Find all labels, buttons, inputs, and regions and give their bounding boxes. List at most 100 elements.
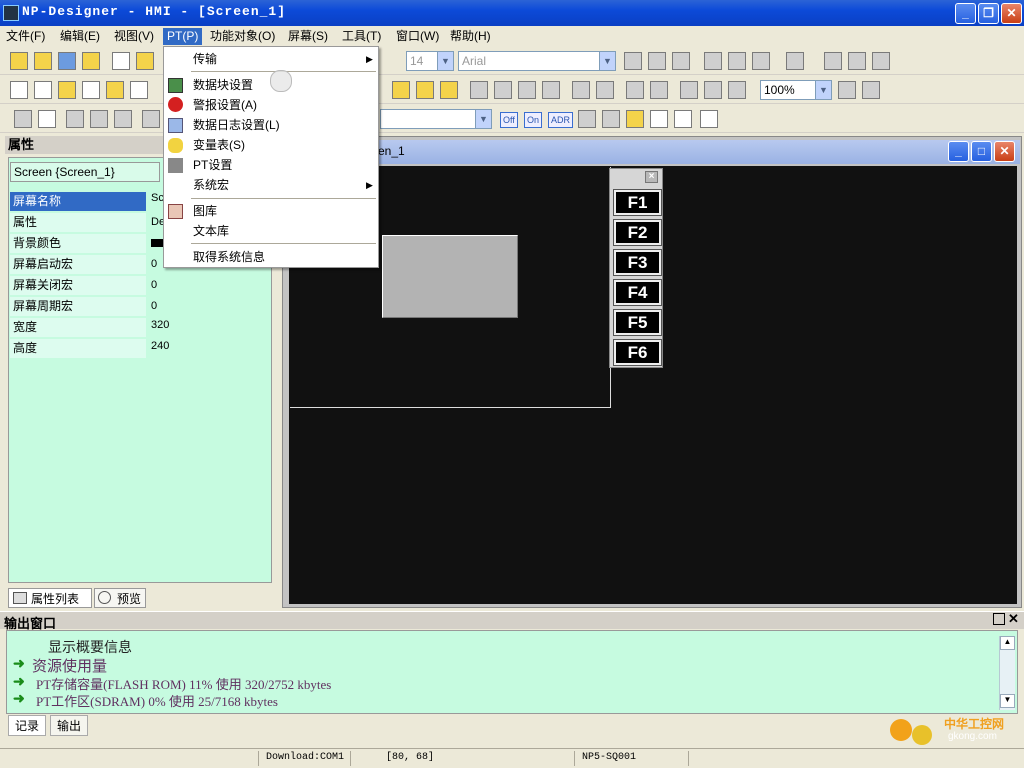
close-button[interactable]: ✕ <box>1001 3 1022 24</box>
prop-open-macro[interactable]: 屏幕启动宏 <box>10 255 146 274</box>
align-objects-right-icon[interactable] <box>494 81 512 99</box>
rectangle-icon[interactable] <box>10 81 28 99</box>
font-name-select[interactable]: Arial ▼ <box>458 51 616 71</box>
fit-icon[interactable] <box>114 110 132 128</box>
output-scrollbar[interactable]: ▲ ▼ <box>999 636 1015 710</box>
open-folder-icon[interactable] <box>34 52 52 70</box>
rectangle-object[interactable] <box>382 235 518 318</box>
resize-icon[interactable] <box>66 110 84 128</box>
same-height-icon[interactable] <box>704 81 722 99</box>
circle-icon[interactable] <box>106 81 124 99</box>
bar-icon[interactable] <box>58 81 76 99</box>
user-icon[interactable] <box>38 110 56 128</box>
chevron-down-icon[interactable]: ▼ <box>815 81 831 99</box>
prop-height-value[interactable]: 240 <box>150 337 260 356</box>
chevron-down-icon[interactable]: ▼ <box>475 110 491 128</box>
polyline-icon[interactable] <box>82 81 100 99</box>
page-next-icon[interactable] <box>602 110 620 128</box>
prop-width[interactable]: 宽度 <box>10 318 146 337</box>
fkey-f4[interactable]: F4 <box>613 279 662 306</box>
align-objects-left-icon[interactable] <box>470 81 488 99</box>
fkey-f3[interactable]: F3 <box>613 249 662 276</box>
envelope-icon[interactable] <box>626 110 644 128</box>
menu-screen[interactable]: 屏幕(S) <box>284 28 332 45</box>
prop-bg-color[interactable]: 背景颜色 <box>10 234 146 253</box>
space-v-icon[interactable] <box>650 81 668 99</box>
object-select[interactable]: ▼ <box>380 109 492 129</box>
editor-close-button[interactable]: ✕ <box>994 141 1015 162</box>
prop-cycle-macro-value[interactable]: 0 <box>150 297 260 316</box>
close-icon[interactable]: ✕ <box>1008 611 1019 627</box>
menu-item-transfer[interactable]: 传输 <box>193 50 373 69</box>
export-icon[interactable] <box>82 52 100 70</box>
snap-icon[interactable] <box>142 110 160 128</box>
menu-view[interactable]: 视图(V) <box>110 28 158 45</box>
move-icon[interactable] <box>90 110 108 128</box>
menu-item-system-macro[interactable]: 系统宏 <box>193 176 373 195</box>
new-page-icon[interactable] <box>112 52 130 70</box>
fkey-f1[interactable]: F1 <box>613 189 662 216</box>
valign-top-icon[interactable] <box>704 52 722 70</box>
menu-item-image-library[interactable]: 图库 <box>193 202 373 221</box>
editor-minimize-button[interactable]: _ <box>948 141 969 162</box>
scroll-up-icon[interactable]: ▲ <box>1000 636 1015 650</box>
prop-screen-name[interactable]: 屏幕名称 <box>10 192 146 211</box>
menu-item-variable-table[interactable]: 变量表(S) <box>193 136 373 155</box>
menu-edit[interactable]: 编辑(E) <box>56 28 104 45</box>
align-center-icon[interactable] <box>648 52 666 70</box>
tab-log[interactable]: 记录 <box>8 715 47 736</box>
chevron-down-icon[interactable]: ▼ <box>437 52 453 70</box>
menu-item-text-library[interactable]: 文本库 <box>193 222 373 241</box>
fkey-f2[interactable]: F2 <box>613 219 662 246</box>
prop-close-macro[interactable]: 屏幕关闭宏 <box>10 276 146 295</box>
object-selector[interactable]: Screen {Screen_1} <box>10 162 160 182</box>
menu-item-pt-settings[interactable]: PT设置 <box>193 156 373 175</box>
off-tag[interactable]: Off <box>500 112 518 128</box>
underline-icon[interactable] <box>872 52 890 70</box>
menu-file[interactable]: 文件(F) <box>2 28 49 45</box>
maximize-icon[interactable] <box>993 613 1005 625</box>
text-color-icon[interactable] <box>786 52 804 70</box>
line-icon[interactable] <box>34 81 52 99</box>
zoom-out-icon[interactable] <box>862 81 880 99</box>
menu-item-data-log[interactable]: 数据日志设置(L) <box>193 116 373 135</box>
bold-icon[interactable] <box>824 52 842 70</box>
italic-icon[interactable] <box>848 52 866 70</box>
center-h-icon[interactable] <box>572 81 590 99</box>
bring-front-icon[interactable] <box>416 81 434 99</box>
center-v-icon[interactable] <box>596 81 614 99</box>
zoom-in-icon[interactable] <box>838 81 856 99</box>
restore-button[interactable]: ❐ <box>978 3 999 24</box>
align-right-icon[interactable] <box>672 52 690 70</box>
bg-color-swatch[interactable] <box>151 239 163 247</box>
menu-function-objects[interactable]: 功能对象(O) <box>206 28 279 45</box>
on-tag[interactable]: On <box>524 112 543 128</box>
prop-attribute[interactable]: 属性 <box>10 213 146 232</box>
new-file-icon[interactable] <box>10 52 28 70</box>
menu-item-alarm[interactable]: 警报设置(A) <box>193 96 373 115</box>
pencil-icon[interactable] <box>14 110 32 128</box>
paste-screen-icon[interactable] <box>674 110 692 128</box>
valign-middle-icon[interactable] <box>728 52 746 70</box>
numeric-icon[interactable] <box>130 81 148 99</box>
valign-bottom-icon[interactable] <box>752 52 770 70</box>
prop-width-value[interactable]: 320 <box>150 316 260 335</box>
adr-tag[interactable]: ADR <box>548 112 574 128</box>
group-icon[interactable] <box>392 81 410 99</box>
align-objects-bottom-icon[interactable] <box>542 81 560 99</box>
fkey-f5[interactable]: F5 <box>613 309 662 336</box>
fkey-f6[interactable]: F6 <box>613 339 662 366</box>
space-h-icon[interactable] <box>626 81 644 99</box>
checkbox-icon[interactable] <box>700 110 718 128</box>
close-icon[interactable]: × <box>645 171 658 183</box>
open-page-icon[interactable] <box>136 52 154 70</box>
send-back-icon[interactable] <box>440 81 458 99</box>
align-objects-top-icon[interactable] <box>518 81 536 99</box>
prop-height[interactable]: 高度 <box>10 339 146 358</box>
save-all-icon[interactable] <box>58 52 76 70</box>
zoom-select[interactable]: 100% ▼ <box>760 80 832 100</box>
page-prev-icon[interactable] <box>578 110 596 128</box>
same-width-icon[interactable] <box>680 81 698 99</box>
prop-cycle-macro[interactable]: 屏幕周期宏 <box>10 297 146 316</box>
minimize-button[interactable]: _ <box>955 3 976 24</box>
